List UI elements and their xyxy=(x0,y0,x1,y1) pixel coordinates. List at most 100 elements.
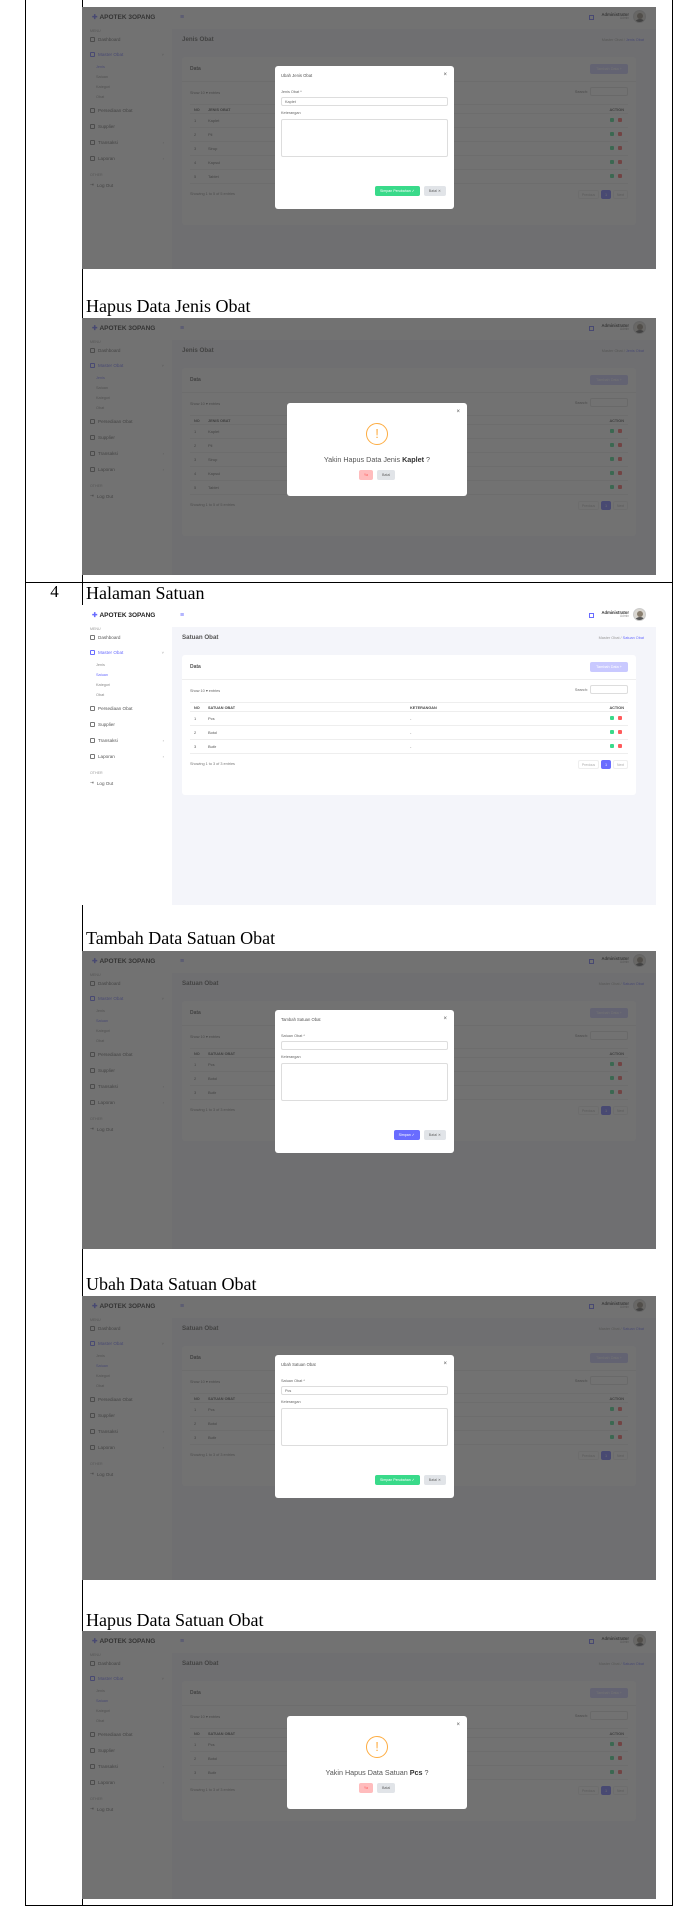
page-title: Satuan Obat xyxy=(182,634,219,641)
cancel-button[interactable]: Batal ✕ xyxy=(423,1475,446,1485)
prev-button[interactable]: Previous xyxy=(577,760,600,769)
sidebar-item-transaksi[interactable]: Transaksi xyxy=(90,738,118,743)
confirm-message: Yakin Hapus Data Satuan Pcs ? xyxy=(287,1768,467,1777)
close-icon[interactable]: × xyxy=(456,409,460,415)
confirm-cancel-button[interactable]: Batal xyxy=(376,1783,396,1793)
sidebar-subitem[interactable]: Kategori xyxy=(96,683,110,687)
sidebar-item-master-obat[interactable]: Master Obat xyxy=(90,650,123,655)
col-action: ACTION xyxy=(609,706,624,710)
sidebar-item-label: Dashboard xyxy=(98,635,121,640)
app-screenshot: ✚APOTEK 3OPANGMENUDashboardMaster Obat˅J… xyxy=(82,605,656,905)
chevron-right-icon: › xyxy=(162,754,164,759)
cell-no: 3 xyxy=(194,744,197,749)
name-input[interactable]: Pcs xyxy=(281,1386,448,1395)
close-icon[interactable]: × xyxy=(443,1361,447,1367)
close-icon[interactable]: × xyxy=(456,1722,460,1728)
entries-select[interactable]: Show 10 ▾ entries xyxy=(190,688,220,693)
sidebar-item-laporan[interactable]: Laporan xyxy=(90,754,115,759)
transaksi-icon xyxy=(90,738,95,743)
page-1-button[interactable]: 1 xyxy=(601,760,612,769)
sidebar-item-persediaan[interactable]: Persediaan Obat xyxy=(90,706,132,711)
close-icon[interactable]: × xyxy=(443,1016,447,1022)
confirm-buttons: Ya Batal xyxy=(287,1783,467,1793)
avatar[interactable] xyxy=(633,608,646,621)
col-name: SATUAN OBAT xyxy=(208,706,236,710)
user-role: Admin xyxy=(619,614,629,619)
note-label: Keterangan xyxy=(281,111,301,115)
brand-name: APOTEK 3OPANG xyxy=(99,612,156,619)
delete-confirm-modal: ×! Yakin Hapus Data Satuan Pcs ? Ya Batal xyxy=(287,1716,467,1809)
edit-icon[interactable] xyxy=(610,730,614,734)
trash-icon[interactable] xyxy=(618,744,622,748)
cell-name: Butir xyxy=(208,744,217,749)
menu-toggle-icon[interactable]: ≡ xyxy=(180,612,184,619)
app-screenshot: ✚APOTEK 3OPANGMENUDashboardMaster Obat˅J… xyxy=(82,318,656,575)
save-button[interactable]: Simpan Perubahan ✓ xyxy=(375,186,420,196)
logout-link[interactable]: ⇥Log Out xyxy=(90,780,113,786)
note-textarea[interactable] xyxy=(281,1063,448,1101)
breadcrumb-parent[interactable]: Master Obat xyxy=(599,636,620,640)
trash-icon[interactable] xyxy=(618,730,622,734)
trash-icon[interactable] xyxy=(618,716,622,720)
row-actions xyxy=(610,744,622,748)
save-button[interactable]: Simpan Perubahan ✓ xyxy=(375,1475,420,1485)
confirm-message: Yakin Hapus Data Jenis Kaplet ? xyxy=(287,455,467,464)
modal-buttons: Simpan ✓ Batal ✕ xyxy=(393,1130,446,1140)
app-screenshot: ✚APOTEK 3OPANGMENUDashboardMaster Obat˅J… xyxy=(82,1631,656,1899)
sidebar-item-dashboard[interactable]: Dashboard xyxy=(90,635,120,640)
user-menu[interactable]: AdministratorAdmin xyxy=(602,608,646,621)
modal-title: Tambah Satuan Obat xyxy=(281,1017,321,1022)
brand-logo[interactable]: ✚APOTEK 3OPANG xyxy=(92,611,155,619)
note-textarea[interactable] xyxy=(281,1408,448,1446)
save-button[interactable]: Simpan ✓ xyxy=(393,1130,420,1140)
sidebar-subitem[interactable]: Jenis xyxy=(96,663,105,667)
confirm-item: Pcs xyxy=(409,1768,423,1777)
card-divider xyxy=(182,679,636,680)
caption-hapus-satuan: Hapus Data Satuan Obat xyxy=(86,1610,264,1630)
fullscreen-icon[interactable] xyxy=(589,613,594,618)
confirm-cancel-button[interactable]: Batal xyxy=(376,470,396,480)
sidebar-subitem[interactable]: Satuan xyxy=(96,673,108,677)
other-section-label: OTHER xyxy=(90,771,103,775)
form-modal: Ubah Jenis Obat × Jenis Obat * Kaplet Ketera… xyxy=(275,66,454,209)
confirm-suffix: ? xyxy=(424,455,431,464)
search-input[interactable] xyxy=(590,685,628,694)
sidebar-item-supplier[interactable]: Supplier xyxy=(90,722,115,727)
brand-mark-icon: ✚ xyxy=(92,612,98,619)
cell-name: Pcs xyxy=(208,716,215,721)
note-label: Keterangan xyxy=(281,1055,301,1059)
cell-note: - xyxy=(410,744,412,749)
search-label: Search: xyxy=(574,688,588,692)
app-screenshot: ✚APOTEK 3OPANGMENUDashboardMaster Obat˅J… xyxy=(82,951,656,1249)
cell-no: 2 xyxy=(194,730,197,735)
app-screenshot: ✚APOTEK 3OPANGMENUDashboardMaster Obat˅J… xyxy=(82,7,656,269)
add-data-button[interactable]: Tambah Data + xyxy=(590,662,628,672)
note-textarea[interactable] xyxy=(281,119,448,157)
edit-icon[interactable] xyxy=(610,716,614,720)
caption-hapus-jenis: Hapus Data Jenis Obat xyxy=(86,296,251,316)
sidebar-item-label: Master Obat xyxy=(98,650,124,655)
name-input[interactable] xyxy=(281,1041,448,1050)
confirm-yes-button[interactable]: Ya xyxy=(358,470,373,480)
row-actions xyxy=(610,730,622,734)
table-row: 3 Butir - xyxy=(190,740,628,754)
supplier-icon xyxy=(90,722,95,727)
row-actions xyxy=(610,716,622,720)
sidebar-subitem[interactable]: Obat xyxy=(96,693,104,697)
cancel-button[interactable]: Batal ✕ xyxy=(423,186,446,196)
sidebar-item-label: Laporan xyxy=(98,754,115,759)
edit-icon[interactable] xyxy=(610,744,614,748)
close-icon[interactable]: × xyxy=(443,72,447,78)
master-obat-icon xyxy=(90,650,95,655)
app-screenshot: ✚APOTEK 3OPANGMENUDashboardMaster Obat˅J… xyxy=(82,1296,656,1580)
next-button[interactable]: Next xyxy=(613,760,628,769)
caption-ubah-satuan: Ubah Data Satuan Obat xyxy=(86,1274,257,1294)
confirm-yes-button[interactable]: Ya xyxy=(358,1783,373,1793)
field-label: Jenis Obat * xyxy=(281,90,302,94)
confirm-suffix: ? xyxy=(422,1768,429,1777)
cancel-button[interactable]: Batal ✕ xyxy=(423,1130,446,1140)
data-card: Data Tambah Data + Show 10 ▾ entries Search… xyxy=(182,655,636,795)
cell-no: 1 xyxy=(194,716,197,721)
name-input[interactable]: Kaplet xyxy=(281,97,448,106)
pagination: Previous1Next xyxy=(577,760,628,769)
